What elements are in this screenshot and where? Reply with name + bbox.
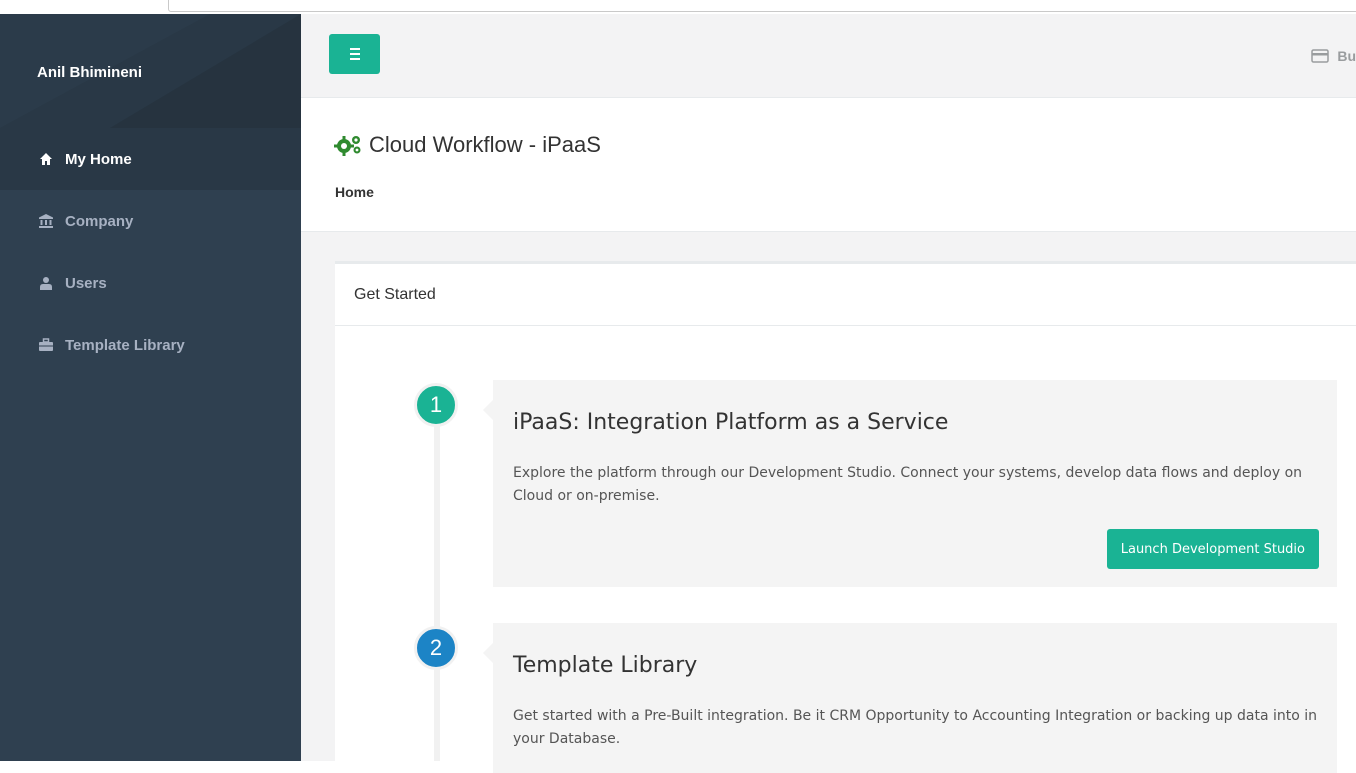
- page-title-text: Cloud Workflow - iPaaS: [369, 132, 601, 157]
- step-description: Get started with a Pre-Built integration…: [513, 708, 1318, 747]
- sidebar-item-my-home[interactable]: My Home: [0, 128, 301, 190]
- hamburger-icon: [350, 48, 360, 50]
- sidebar-nav: My Home Company Users Template Library: [0, 128, 301, 376]
- sidebar-item-label: My Home: [65, 150, 132, 168]
- hamburger-icon: [350, 53, 360, 55]
- home-icon: [39, 152, 53, 166]
- menu-toggle-button[interactable]: [329, 34, 380, 74]
- step-title: iPaaS: Integration Platform as a Service: [513, 410, 949, 435]
- page-heading: Cloud Workflow - iPaaS Home: [301, 98, 1356, 232]
- hamburger-icon: [350, 58, 360, 60]
- timeline-line: [434, 410, 440, 761]
- billing-label: Bu: [1337, 48, 1356, 64]
- top-navbar: Bu: [301, 14, 1356, 98]
- sidebar-item-label: Company: [65, 212, 134, 230]
- briefcase-icon: [39, 338, 53, 352]
- launch-development-studio-button[interactable]: Launch Development Studio: [1106, 529, 1319, 569]
- url-input[interactable]: [168, 0, 1356, 12]
- panel-header: Get Started: [335, 264, 1356, 326]
- user-icon: [39, 276, 53, 290]
- sidebar-item-label: Template Library: [65, 336, 185, 354]
- credit-card-icon: [1311, 49, 1330, 63]
- page-title: Cloud Workflow - iPaaS: [334, 132, 601, 158]
- sidebar-item-template-library[interactable]: Template Library: [0, 314, 301, 376]
- step-card-1: iPaaS: Integration Platform as a Service…: [483, 380, 1337, 587]
- profile-header: Anil Bhimineni: [0, 14, 301, 128]
- top-strip: [0, 0, 1356, 14]
- step-number-badge: 2: [414, 626, 458, 670]
- step-arrow: [483, 643, 493, 663]
- billing-link[interactable]: Bu: [1311, 48, 1356, 64]
- step-description: Explore the platform through our Develop…: [513, 465, 1303, 504]
- sidebar-item-company[interactable]: Company: [0, 190, 301, 252]
- user-name[interactable]: Anil Bhimineni: [37, 64, 142, 81]
- bank-icon: [39, 214, 53, 228]
- step-number-badge: 1: [414, 383, 458, 427]
- sidebar-item-users[interactable]: Users: [0, 252, 301, 314]
- step-arrow: [483, 400, 493, 420]
- breadcrumb[interactable]: Home: [335, 184, 374, 200]
- gears-icon: [334, 133, 364, 157]
- step-card-2: Template Library Get started with a Pre-…: [483, 623, 1337, 773]
- sidebar-item-label: Users: [65, 274, 107, 292]
- step-title: Template Library: [513, 653, 698, 678]
- sidebar: Anil Bhimineni My Home Company Users Tem…: [0, 14, 301, 761]
